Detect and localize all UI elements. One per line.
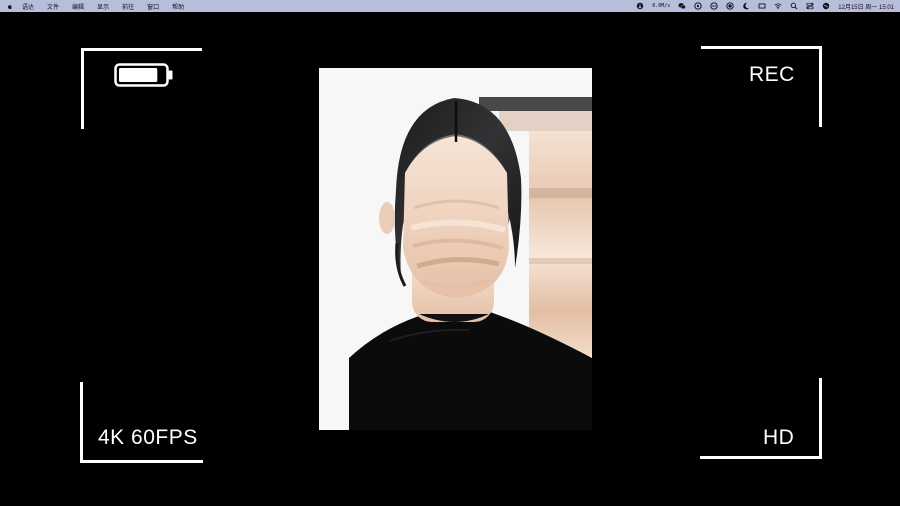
battery-level-fill	[119, 68, 158, 82]
control-center-icon[interactable]	[806, 2, 814, 10]
resolution-label: 4K 60FPS	[98, 426, 198, 449]
moon-icon[interactable]	[742, 2, 750, 10]
rec-indicator: REC	[749, 63, 795, 86]
clock[interactable]: 12月15日 周一 15:01	[838, 2, 894, 11]
menu-app[interactable]: 语达	[22, 2, 34, 11]
apple-icon[interactable]	[6, 3, 13, 10]
menu-file[interactable]: 文件	[47, 2, 59, 11]
quality-label: HD	[763, 426, 795, 449]
menu-bar: 语达 文件 编辑 显示 前往 窗口 帮助 0.0M/s 12月15日 周一 15…	[0, 0, 900, 12]
chat-icon[interactable]	[694, 2, 702, 10]
menu-help[interactable]: 帮助	[172, 2, 184, 11]
search-icon[interactable]	[790, 2, 798, 10]
network-speed-icon[interactable]	[636, 2, 644, 10]
camera-viewfinder: REC 4K 60FPS HD	[0, 12, 900, 506]
display-icon[interactable]	[758, 2, 766, 10]
battery-icon	[114, 63, 173, 87]
menu-edit[interactable]: 编辑	[72, 2, 84, 11]
record-icon[interactable]	[726, 2, 734, 10]
network-speed-text: 0.0M/s	[652, 3, 671, 9]
status-area: 0.0M/s 12月15日 周一 15:01	[636, 2, 894, 11]
corner-bracket-bottom-left	[80, 382, 203, 463]
wifi-icon[interactable]	[774, 2, 782, 10]
siri-icon[interactable]	[822, 2, 830, 10]
menu-view[interactable]: 显示	[97, 2, 109, 11]
corner-bracket-top-right	[701, 46, 822, 127]
menu-window[interactable]: 窗口	[147, 2, 159, 11]
portrait-photo	[319, 68, 592, 430]
screen-icon[interactable]	[710, 2, 718, 10]
wechat-icon[interactable]	[678, 2, 687, 10]
corner-bracket-bottom-right	[700, 378, 822, 459]
corner-bracket-top-left	[81, 48, 202, 129]
menu-go[interactable]: 前往	[122, 2, 134, 11]
